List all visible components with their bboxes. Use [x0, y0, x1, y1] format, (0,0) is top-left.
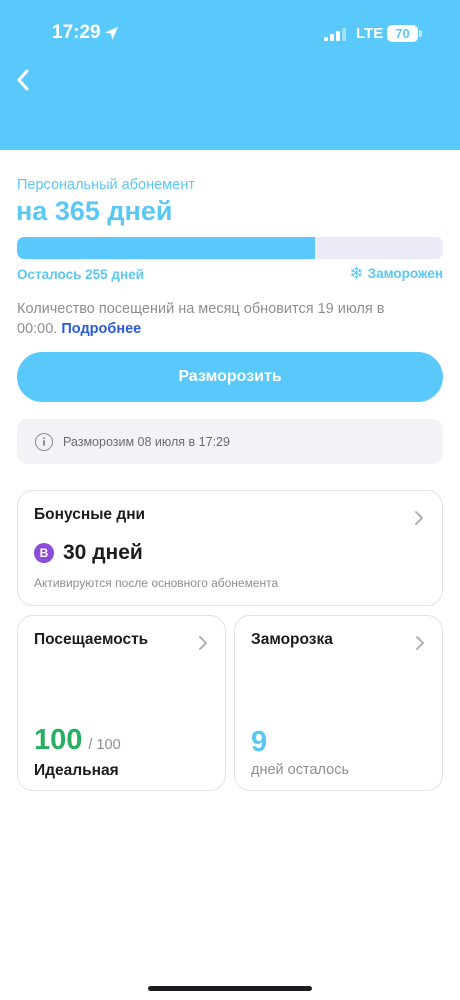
freeze-card-title: Заморозка — [251, 631, 333, 648]
chevron-left-icon — [17, 69, 29, 91]
subscription-progress-bar — [17, 237, 443, 259]
freeze-days-label: дней осталось — [251, 762, 350, 778]
back-button[interactable] — [10, 64, 40, 96]
bonus-days-row: B 30 дней — [34, 541, 143, 565]
bonus-days-card[interactable]: Бонусные дни B 30 дней Активируются посл… — [17, 490, 443, 606]
info-box: Разморозим 08 июля в 17:29 — [17, 419, 443, 464]
attendance-card[interactable]: Посещаемость 100 / 100 Идеальная — [17, 615, 226, 791]
chevron-right-icon — [416, 636, 424, 650]
subscription-title: на 365 дней — [16, 196, 173, 226]
cellular-signal-icon — [324, 28, 346, 41]
info-icon — [35, 432, 53, 451]
attendance-value: 100 / 100 — [34, 724, 121, 757]
progress-fill — [17, 237, 316, 259]
attendance-max: / 100 — [88, 737, 121, 753]
remaining-days: Осталось 255 дней — [17, 267, 144, 282]
location-arrow-icon — [105, 27, 118, 40]
frozen-status: ❄ Заморожен — [349, 265, 443, 282]
freeze-days-number: 9 — [251, 726, 268, 758]
info-text: Разморозим 08 июля в 17:29 — [63, 434, 230, 449]
freeze-card[interactable]: Заморозка 9 дней осталось — [234, 615, 443, 791]
home-indicator[interactable] — [148, 986, 312, 991]
chevron-right-icon — [415, 511, 423, 525]
bonus-note: Активируются после основного абонемента — [34, 576, 279, 590]
chevron-right-icon — [199, 636, 207, 650]
details-link[interactable]: Подробнее — [61, 321, 141, 337]
network-type: LTE — [356, 25, 384, 42]
header-bar: 17:29 LTE 70 — [0, 0, 460, 150]
battery-icon: 70 — [387, 25, 418, 42]
bonus-days-value: 30 дней — [63, 541, 143, 564]
snowflake-icon: ❄ — [349, 264, 364, 283]
unfreeze-button[interactable]: Разморозить — [17, 352, 443, 402]
frozen-label: Заморожен — [367, 266, 443, 281]
bonus-badge-icon: B — [34, 543, 54, 563]
attendance-number: 100 — [34, 724, 83, 756]
attendance-card-title: Посещаемость — [34, 631, 149, 648]
visits-note: Количество посещений на месяц обновится … — [17, 299, 427, 339]
status-time: 17:29 — [52, 22, 101, 43]
subscription-type: Персональный абонемент — [17, 177, 195, 193]
battery-tip — [419, 30, 422, 37]
attendance-label: Идеальная — [34, 762, 119, 779]
bonus-card-title: Бонусные дни — [34, 506, 146, 523]
